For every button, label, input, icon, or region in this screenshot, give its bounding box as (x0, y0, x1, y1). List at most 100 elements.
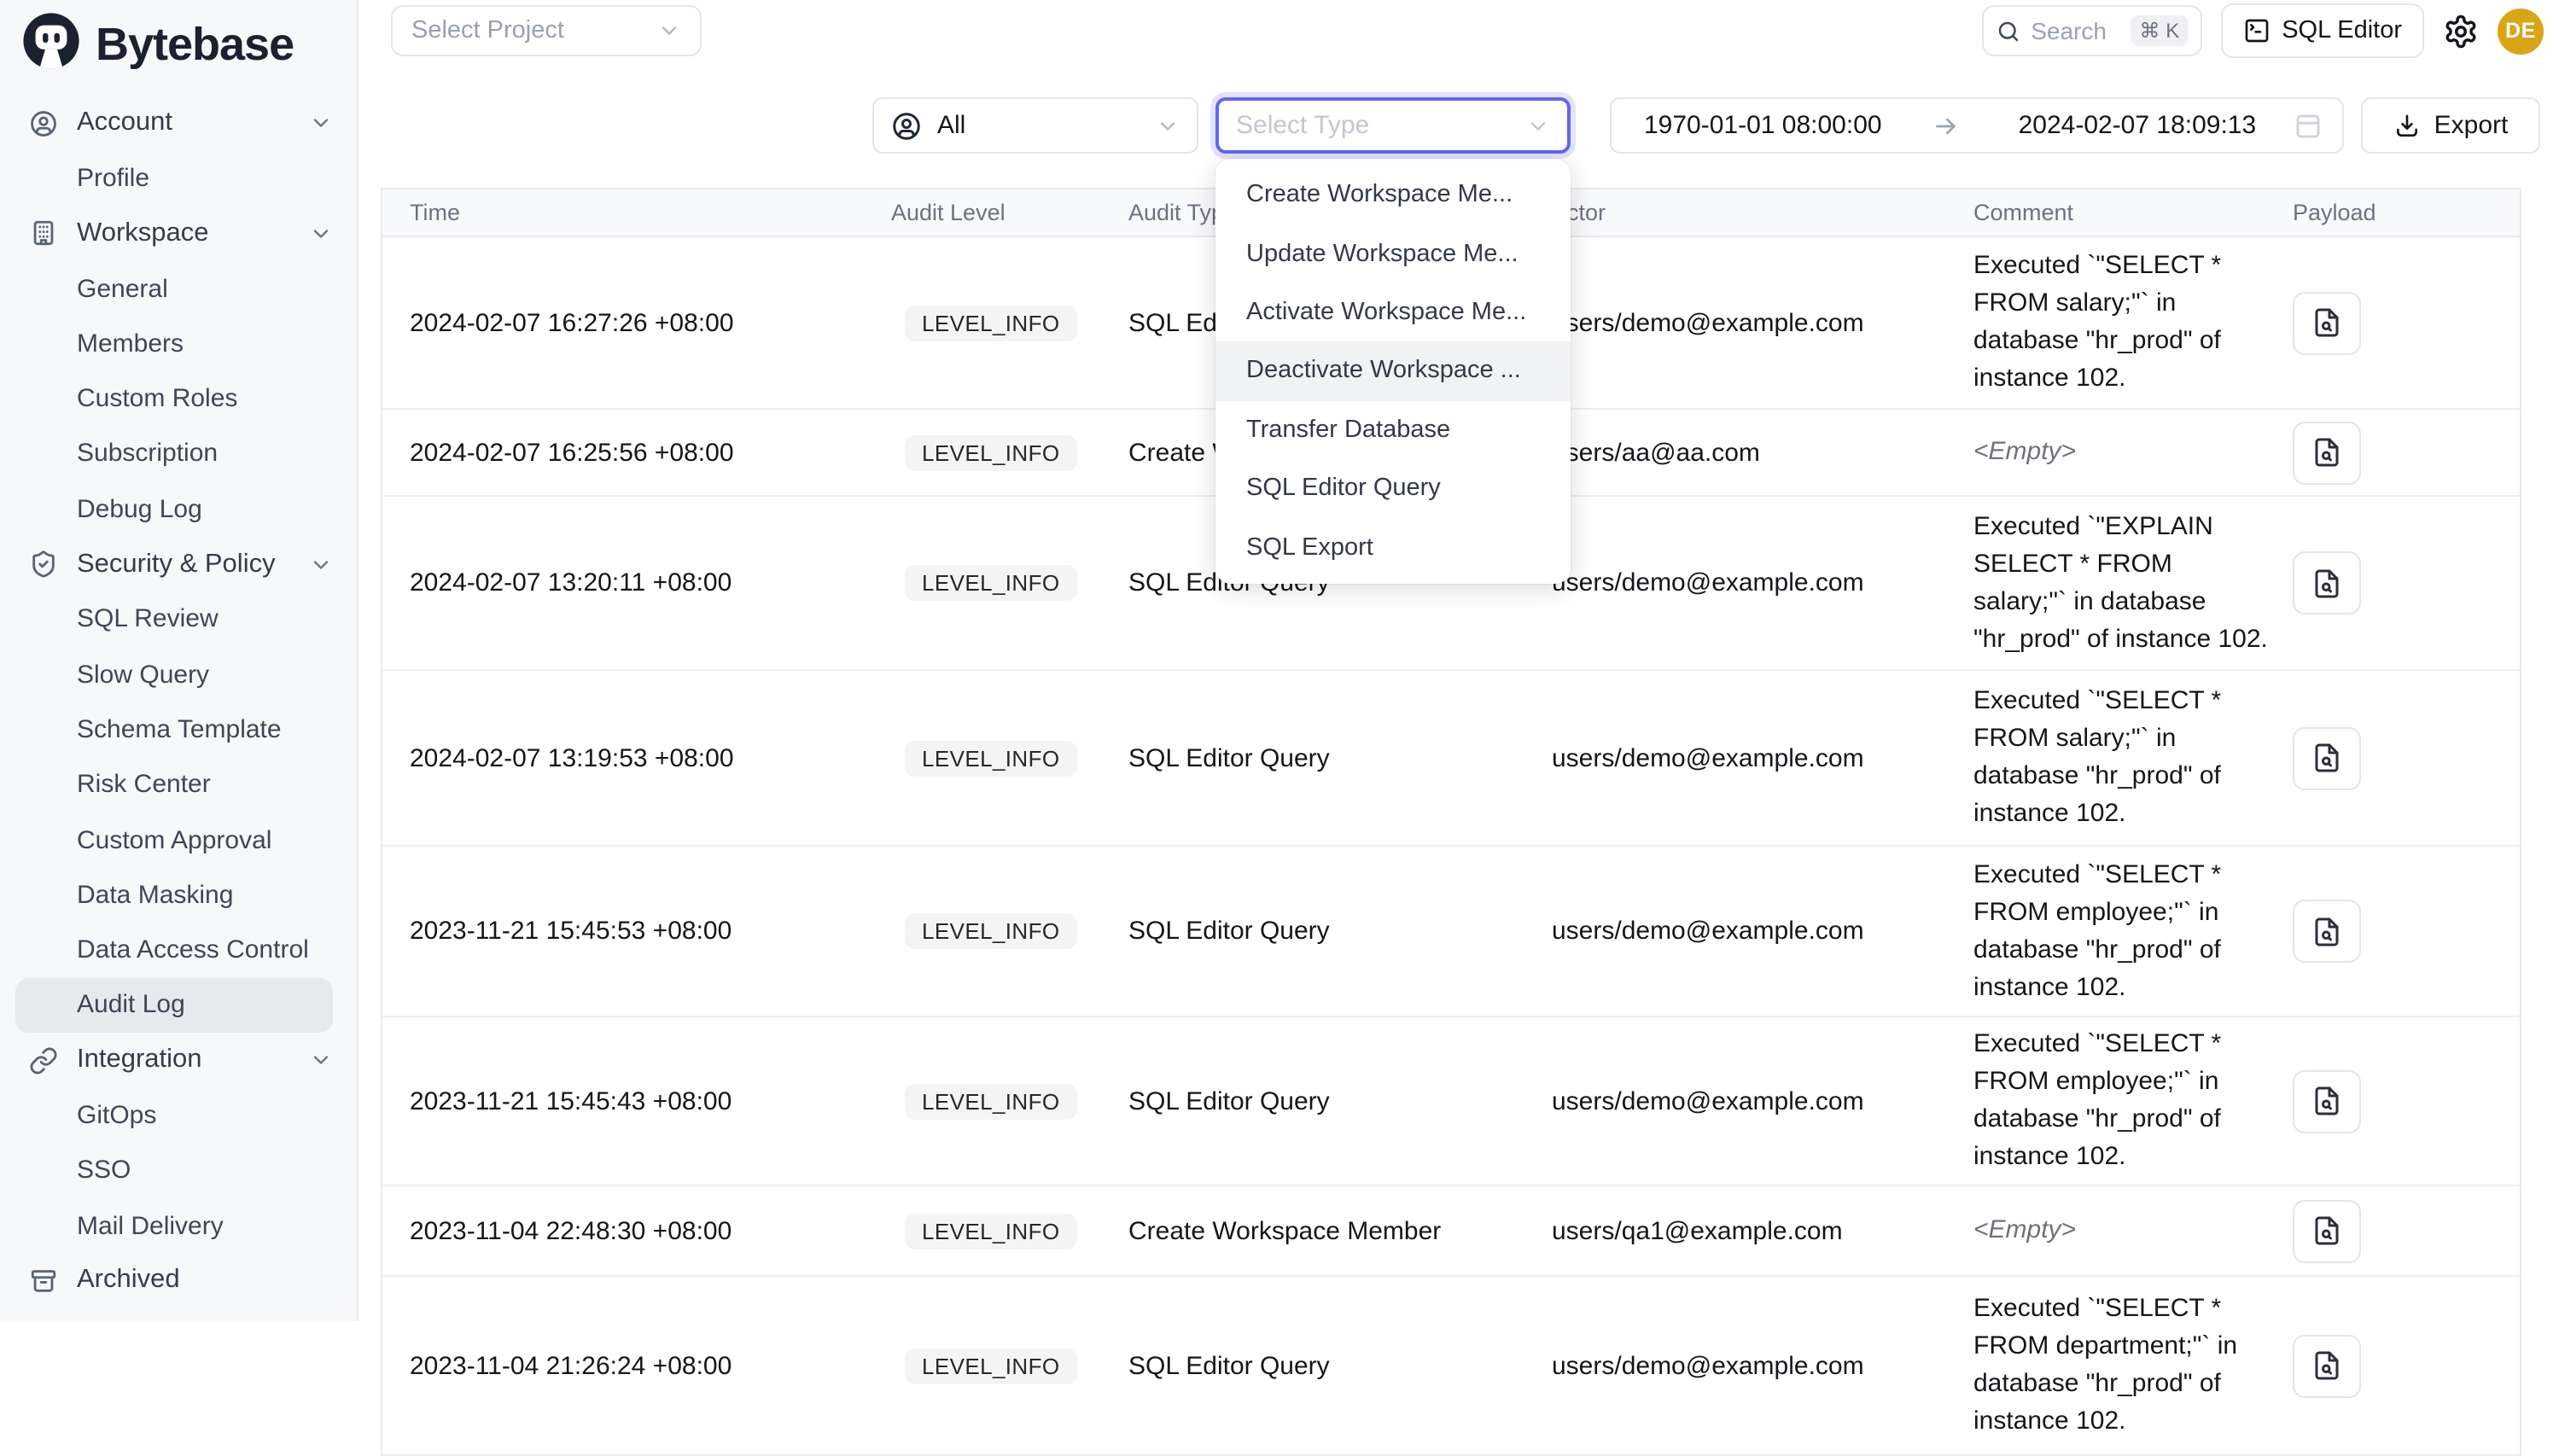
payload-button[interactable] (2293, 1334, 2361, 1397)
search-placeholder: Search (2031, 17, 2120, 44)
type-option[interactable]: Update Workspace Me... (1215, 224, 1571, 283)
sidebar: Bytebase Account Profile Workspace Gener… (0, 0, 358, 1321)
cell-audit-type: Create Workspace Member (1128, 1216, 1552, 1245)
sidebar-item-data-masking[interactable]: Data Masking (0, 867, 357, 923)
sidebar-item-members[interactable]: Members (0, 316, 357, 371)
date-range-picker[interactable]: 1970-01-01 08:00:00 2024-02-07 18:09:13 (1610, 97, 2344, 154)
table-row: 2023-11-21 15:45:43 +08:00 LEVEL_INFO SQ… (382, 1017, 2520, 1186)
date-range-end: 2024-02-07 18:09:13 (2019, 111, 2257, 140)
terminal-icon (2242, 17, 2270, 44)
type-option[interactable]: SQL Export (1215, 518, 1571, 577)
section-label: Account (77, 108, 290, 138)
sidebar-item-gitops[interactable]: GitOps (0, 1088, 357, 1144)
link-icon (29, 1045, 58, 1075)
chevron-down-icon (309, 221, 333, 245)
avatar[interactable]: DE (2498, 8, 2544, 54)
search-shortcut-badge: ⌘ K (2131, 15, 2189, 46)
file-search-icon (2311, 568, 2342, 598)
sidebar-section-account[interactable]: Account (0, 96, 357, 151)
sidebar-item-mail-delivery[interactable]: Mail Delivery (0, 1198, 357, 1254)
sql-editor-label: SQL Editor (2282, 17, 2402, 44)
payload-button[interactable] (2293, 1069, 2361, 1133)
type-option[interactable]: Transfer Database (1215, 400, 1571, 459)
file-search-icon (2311, 437, 2342, 468)
cell-actor: users/demo@example.com (1552, 568, 1973, 597)
section-label: Security & Policy (77, 549, 290, 579)
table-row: 2023-11-21 15:45:53 +08:00 LEVEL_INFO SQ… (382, 847, 2520, 1017)
payload-button[interactable] (2293, 291, 2361, 354)
cell-audit-level: LEVEL_INFO (891, 740, 1128, 776)
sidebar-section-workspace[interactable]: Workspace (0, 206, 357, 261)
building-icon (29, 218, 58, 248)
sidebar-item-slow-query[interactable]: Slow Query (0, 647, 357, 702)
export-button[interactable]: Export (2361, 97, 2540, 154)
level-badge: LEVEL_INFO (905, 1083, 1077, 1119)
sidebar-item-profile[interactable]: Profile (0, 151, 357, 207)
sidebar-item-sql-review[interactable]: SQL Review (0, 591, 357, 647)
gear-icon[interactable] (2443, 13, 2479, 49)
cell-time: 2024-02-07 16:25:56 +08:00 (382, 438, 891, 467)
archive-icon (29, 1267, 58, 1296)
cell-time: 2024-02-07 13:20:11 +08:00 (382, 568, 891, 597)
cell-comment: Executed `"SELECT * FROM salary;"` in da… (1973, 248, 2293, 398)
level-badge: LEVEL_INFO (905, 565, 1077, 601)
sidebar-item-general[interactable]: General (0, 261, 357, 317)
sidebar-item-debug-log[interactable]: Debug Log (0, 481, 357, 537)
file-search-icon (2311, 1350, 2342, 1381)
actor-filter-value: All (937, 111, 1140, 140)
brand-logo[interactable]: Bytebase (22, 12, 294, 79)
column-header-actor: Actor (1552, 200, 1973, 225)
shield-check-icon (29, 550, 58, 579)
type-option[interactable]: Activate Workspace Me... (1215, 283, 1571, 342)
search-icon (1995, 18, 2020, 44)
cell-audit-level: LEVEL_INFO (891, 1348, 1128, 1383)
sidebar-item-custom-approval[interactable]: Custom Approval (0, 812, 357, 868)
chevron-down-icon (309, 1048, 333, 1072)
sidebar-section-security-policy[interactable]: Security & Policy (0, 537, 357, 592)
type-option[interactable]: Create Workspace Me... (1215, 166, 1571, 224)
sidebar-item-risk-center[interactable]: Risk Center (0, 757, 357, 812)
section-label: Workspace (77, 218, 290, 248)
cell-comment: Executed `"SELECT * FROM employee;"` in … (1973, 856, 2293, 1006)
table-row: 2023-11-04 22:48:30 +08:00 LEVEL_INFO Cr… (382, 1186, 2520, 1277)
sidebar-item-audit-log[interactable]: Audit Log (15, 978, 333, 1034)
payload-button[interactable] (2293, 551, 2361, 614)
sidebar-item-schema-template[interactable]: Schema Template (0, 702, 357, 758)
sidebar-item-sso[interactable]: SSO (0, 1143, 357, 1198)
search-input[interactable]: Search ⌘ K (1981, 5, 2201, 56)
level-badge: LEVEL_INFO (905, 913, 1077, 949)
level-badge: LEVEL_INFO (905, 434, 1077, 470)
sidebar-item-data-access-control[interactable]: Data Access Control (0, 923, 357, 978)
cell-comment: <Empty> (1973, 1212, 2293, 1249)
payload-button[interactable] (2293, 421, 2361, 484)
payload-button[interactable] (2293, 726, 2361, 789)
file-search-icon (2311, 307, 2342, 338)
cell-audit-level: LEVEL_INFO (891, 565, 1128, 601)
user-circle-icon (891, 110, 922, 141)
sidebar-item-subscription[interactable]: Subscription (0, 427, 357, 482)
cell-audit-level: LEVEL_INFO (891, 1213, 1128, 1249)
payload-button[interactable] (2293, 900, 2361, 963)
project-select[interactable]: Select Project (391, 5, 702, 56)
download-icon (2393, 112, 2421, 139)
sql-editor-button[interactable]: SQL Editor (2220, 3, 2424, 58)
sidebar-item-archived[interactable]: Archived (0, 1253, 357, 1308)
type-option[interactable]: SQL Editor Query (1215, 459, 1571, 518)
file-search-icon (2311, 916, 2342, 946)
cell-audit-type: SQL Editor Query (1128, 743, 1552, 772)
actor-filter-select[interactable]: All (872, 97, 1198, 154)
column-header-audit-level: Audit Level (891, 200, 1128, 225)
type-option-highlighted[interactable]: Deactivate Workspace ... (1215, 341, 1571, 400)
table-row: 2023-11-04 21:26:24 +08:00 LEVEL_INFO SQ… (382, 1277, 2520, 1456)
payload-button[interactable] (2293, 1199, 2361, 1262)
type-filter-select[interactable]: Select Type (1215, 97, 1571, 154)
sidebar-section-integration[interactable]: Integration (0, 1033, 357, 1088)
brand-name: Bytebase (96, 19, 294, 72)
cell-actor: users/demo@example.com (1552, 743, 1973, 772)
sidebar-item-custom-roles[interactable]: Custom Roles (0, 371, 357, 427)
level-badge: LEVEL_INFO (905, 1348, 1077, 1383)
arrow-right-icon (1933, 112, 1961, 139)
cell-actor: users/aa@aa.com (1552, 438, 1973, 467)
cell-comment: Executed `"SELECT * FROM department;"` i… (1973, 1290, 2293, 1441)
cell-audit-level: LEVEL_INFO (891, 913, 1128, 949)
